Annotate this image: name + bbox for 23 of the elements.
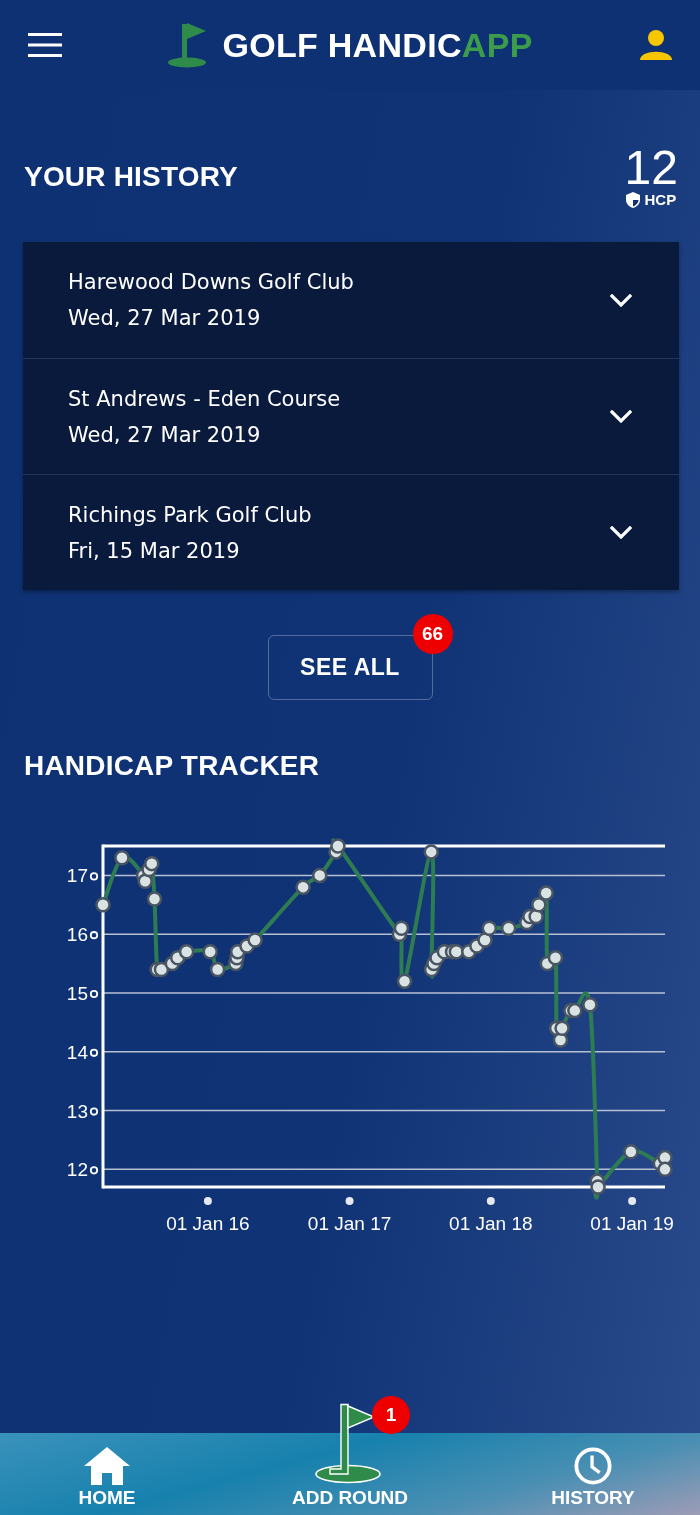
x-axis-label: 01 Jan 16: [166, 1213, 250, 1234]
course-name: Harewood Downs Golf Club: [68, 269, 354, 295]
course-name: Richings Park Golf Club: [68, 501, 312, 528]
app-logo-text: GOLF HANDICAPP: [222, 25, 533, 65]
x-axis-label: 01 Jan 19: [590, 1213, 674, 1234]
y-axis-label: 15: [66, 983, 88, 1004]
round-date: Fri, 15 Mar 2019: [68, 537, 241, 564]
y-axis-label: 13: [66, 1100, 88, 1122]
y-axis-label: 12: [66, 1159, 88, 1181]
section-title: HANDICAP TRACKER: [24, 750, 320, 782]
count-badge: 66: [412, 614, 453, 654]
x-axis-label: 01 Jan 18: [449, 1213, 533, 1234]
round-date: Wed, 27 Mar 2019: [68, 305, 262, 331]
course-name: St Andrews - Eden Course: [68, 385, 341, 412]
section-title: YOUR HISTORY: [24, 161, 238, 193]
x-axis-label: 01 Jan 17: [307, 1213, 392, 1234]
y-axis-label: 14: [66, 1041, 88, 1063]
y-axis-label: 17: [66, 865, 88, 887]
y-axis-label: 16: [66, 924, 88, 946]
notification-badge: 1: [372, 1396, 410, 1434]
round-date: Wed, 27 Mar 2019: [68, 421, 262, 448]
handicap-value: 12: [624, 146, 678, 190]
handicap-label: HCP: [644, 192, 677, 208]
